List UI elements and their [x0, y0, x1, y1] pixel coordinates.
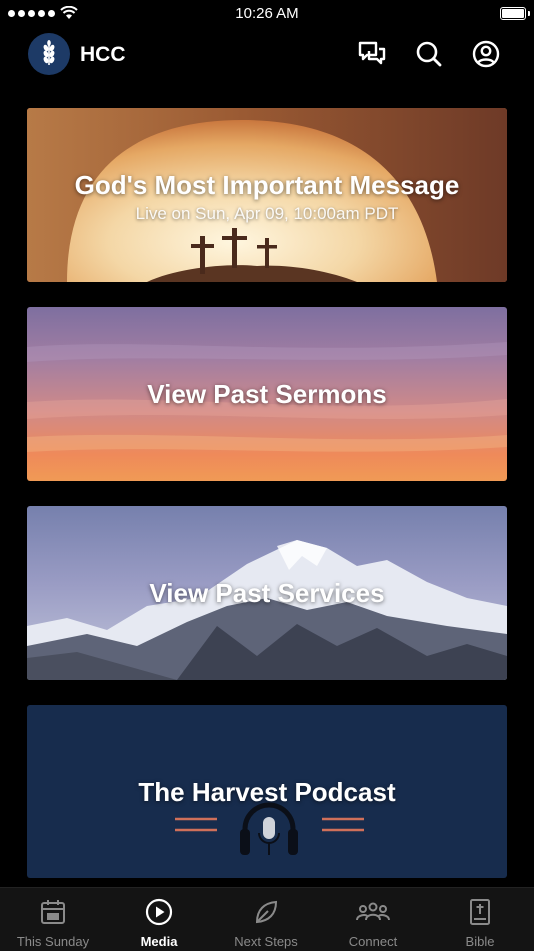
play-circle-icon	[145, 898, 173, 926]
church-logo[interactable]	[28, 33, 70, 75]
tab-label: Connect	[348, 934, 398, 949]
featured-message-card[interactable]: God's Most Important Message Live on Sun…	[27, 108, 507, 282]
wheat-icon	[43, 40, 55, 65]
tab-label: Media	[140, 934, 178, 949]
tab-connect[interactable]: Connect	[320, 888, 426, 951]
people-icon	[356, 902, 390, 921]
card-title: View Past Services	[149, 578, 385, 608]
calendar-icon	[41, 900, 65, 924]
podcast-headphones-icon	[175, 802, 364, 855]
status-time: 10:26 AM	[235, 5, 299, 22]
tab-bible[interactable]: Bible	[427, 888, 533, 951]
card-title: View Past Sermons	[147, 379, 387, 409]
bible-icon	[470, 899, 490, 925]
past-services-card[interactable]: View Past Services	[27, 506, 507, 680]
tab-next-steps[interactable]: Next Steps	[213, 888, 319, 951]
tab-label: This Sunday	[16, 934, 90, 949]
app-header: HCC	[0, 30, 534, 80]
chat-bubbles-icon[interactable]	[357, 39, 387, 69]
status-bar: 10:26 AM	[0, 0, 534, 28]
battery-icon	[500, 7, 530, 20]
card-subtitle: Live on Sun, Apr 09, 10:00am PDT	[135, 204, 399, 223]
tab-this-sunday[interactable]: This Sunday	[0, 888, 106, 951]
app-title: HCC	[80, 43, 126, 66]
tab-label: Next Steps	[234, 934, 298, 949]
podcast-card[interactable]: The Harvest Podcast	[27, 705, 507, 878]
tab-label: Bible	[465, 934, 495, 949]
card-title: God's Most Important Message	[74, 170, 460, 200]
past-sermons-card[interactable]: View Past Sermons	[27, 307, 507, 481]
tab-bar: This Sunday Media Next Steps Connect Bib…	[0, 887, 534, 951]
leaf-icon	[255, 900, 278, 924]
account-icon[interactable]	[471, 39, 501, 69]
tab-media[interactable]: Media	[106, 888, 212, 951]
search-icon[interactable]	[414, 39, 444, 69]
